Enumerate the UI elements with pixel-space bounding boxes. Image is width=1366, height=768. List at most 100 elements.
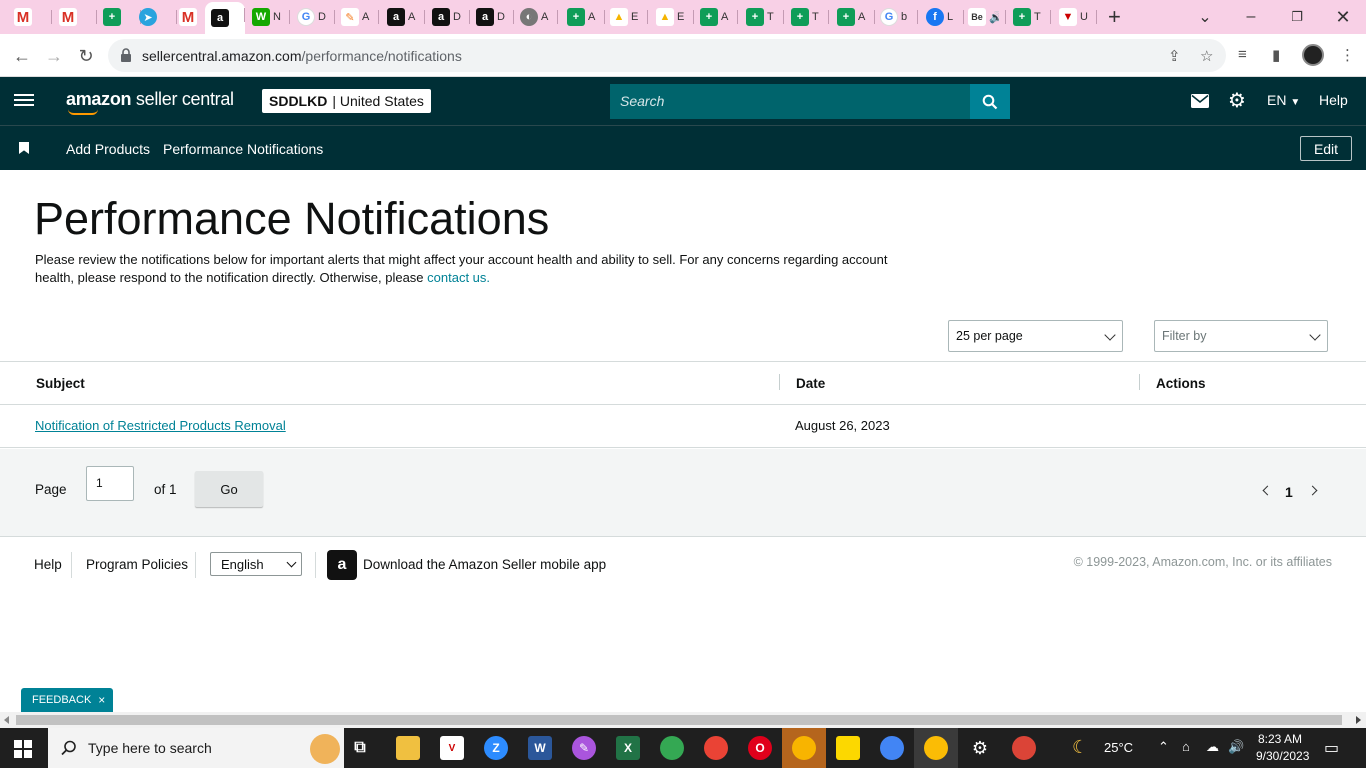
mail-icon[interactable] [1191, 94, 1209, 108]
settings-gear-icon[interactable]: ⚙ [1228, 88, 1246, 113]
browser-tab[interactable]: aD [470, 4, 514, 30]
close-icon[interactable]: × [98, 693, 105, 707]
file-explorer-icon[interactable] [396, 736, 420, 760]
forward-icon[interactable]: → [40, 42, 68, 70]
bookmark-star-icon[interactable]: ☆ [1200, 47, 1213, 65]
edit-bookmarks-button[interactable]: Edit [1300, 136, 1352, 161]
chrome-icon[interactable] [1012, 736, 1036, 760]
program-policies-link[interactable]: Program Policies [86, 557, 188, 572]
restore-icon[interactable]: ❐ [1274, 4, 1320, 30]
browser-tab[interactable]: ✎ A [335, 4, 379, 30]
browser-tab[interactable]: fL [920, 4, 964, 30]
search-button[interactable] [970, 84, 1010, 119]
sticky-notes-icon[interactable] [836, 736, 860, 760]
page-number-input[interactable]: 1 [86, 466, 134, 501]
chrome-icon[interactable] [704, 736, 728, 760]
browser-tab[interactable]: + T [740, 4, 784, 30]
browser-tab[interactable]: M [53, 4, 97, 30]
browser-tab[interactable]: + A [831, 4, 875, 30]
scroll-right-icon[interactable] [1356, 716, 1361, 724]
help-link[interactable]: Help [1319, 92, 1348, 108]
network-icon[interactable]: ⌂ [1182, 739, 1190, 754]
paint-icon[interactable]: ✎ [572, 736, 596, 760]
filter-dropdown[interactable]: Filter by [1154, 320, 1328, 352]
app-vs-icon[interactable]: V [440, 736, 464, 760]
browser-tab[interactable]: ▲ E [604, 4, 648, 30]
browser-tab[interactable]: aD [426, 4, 470, 30]
opera-icon[interactable]: O [748, 736, 772, 760]
browser-tab[interactable]: ➤ [133, 4, 177, 30]
chrome-icon[interactable] [660, 736, 684, 760]
browser-tab[interactable]: aA [381, 4, 425, 30]
tray-chevron-up-icon[interactable]: ⌃ [1158, 739, 1169, 755]
chevron-left-icon[interactable] [1262, 485, 1273, 496]
chrome-icon[interactable] [880, 736, 904, 760]
chrome-menu-icon[interactable]: ⋮ [1340, 46, 1355, 64]
close-window-icon[interactable]: ✕ [1320, 4, 1366, 30]
nav-performance-notifications[interactable]: Performance Notifications [163, 141, 323, 157]
browser-tab[interactable]: + A [561, 4, 605, 30]
speaker-icon[interactable]: 🔊 [1228, 739, 1244, 755]
minimize-icon[interactable]: – [1228, 4, 1274, 30]
browser-tab[interactable]: WN [246, 4, 290, 30]
bookmark-icon[interactable] [19, 142, 29, 154]
hamburger-menu-icon[interactable] [14, 91, 34, 111]
browser-tab[interactable]: ▲ E [650, 4, 694, 30]
moon-weather-icon[interactable]: ☾ [1072, 737, 1088, 758]
clock-date[interactable]: 9/30/2023 [1256, 749, 1309, 763]
browser-tab[interactable]: M [8, 4, 52, 30]
current-page-number[interactable]: 1 [1285, 484, 1293, 500]
cloud-icon[interactable]: ☁ [1206, 739, 1219, 755]
browser-tab[interactable]: Gb [874, 4, 918, 30]
tab-search-icon[interactable]: ⌄ [1182, 4, 1228, 30]
back-icon[interactable]: ← [8, 42, 36, 70]
profile-avatar[interactable] [1302, 44, 1324, 66]
share-icon[interactable]: ⇪ [1168, 47, 1181, 65]
taskbar-search-box[interactable]: Type here to search [48, 728, 344, 768]
notification-subject-link[interactable]: Notification of Restricted Products Remo… [35, 418, 286, 433]
settings-gear-icon[interactable]: ⚙ [968, 736, 992, 760]
browser-tab[interactable]: a [205, 2, 245, 34]
new-tab-button[interactable]: + [1108, 4, 1121, 30]
side-panel-icon[interactable]: ▮ [1272, 46, 1280, 64]
address-bar[interactable]: sellercentral.amazon.com/performance/not… [108, 39, 1226, 72]
vpn-icon[interactable] [792, 736, 816, 760]
per-page-dropdown[interactable]: 25 per page [948, 320, 1123, 352]
feedback-button[interactable]: FEEDBACK × [21, 688, 113, 712]
chevron-right-icon[interactable] [1307, 485, 1318, 496]
browser-tab[interactable]: ▼ U [1053, 4, 1097, 30]
notifications-icon[interactable]: ▭ [1324, 738, 1339, 758]
clock-time[interactable]: 8:23 AM [1258, 732, 1302, 746]
browser-tab[interactable]: + T [1007, 4, 1051, 30]
language-selector[interactable]: EN ▼ [1267, 92, 1300, 108]
browser-tab[interactable]: GD [291, 4, 335, 30]
scrollbar-thumb[interactable] [16, 715, 1342, 725]
seller-central-logo[interactable]: amazon seller central [66, 89, 234, 115]
search-box[interactable]: Search [610, 84, 1010, 119]
excel-icon[interactable]: X [616, 736, 640, 760]
zoom-icon[interactable]: Z [484, 736, 508, 760]
browser-tab[interactable]: ◐ A [514, 4, 558, 30]
nav-add-products[interactable]: Add Products [66, 141, 150, 157]
word-icon[interactable]: W [528, 736, 552, 760]
browser-tab[interactable]: + A [694, 4, 738, 30]
go-button[interactable]: Go [195, 471, 263, 507]
column-date[interactable]: Date [796, 376, 825, 391]
scroll-left-icon[interactable] [4, 716, 9, 724]
language-select[interactable]: English [210, 552, 302, 576]
account-switcher[interactable]: SDDLKD | United States [262, 89, 431, 113]
weather-temperature[interactable]: 25°C [1104, 740, 1133, 755]
windows-start-icon[interactable] [14, 740, 32, 758]
task-view-icon[interactable]: ⧉ [348, 736, 372, 760]
column-subject[interactable]: Subject [36, 376, 85, 391]
contact-us-link[interactable]: contact us. [427, 270, 490, 285]
browser-tab[interactable]: + T [785, 4, 829, 30]
reload-icon[interactable]: ↻ [72, 42, 100, 70]
footer-help-link[interactable]: Help [34, 557, 62, 572]
download-app-link[interactable]: Download the Amazon Seller mobile app [363, 557, 606, 572]
amazon-seller-app-icon[interactable]: a [327, 550, 357, 580]
chrome-icon[interactable] [924, 736, 948, 760]
media-queue-icon[interactable]: ≡ [1238, 46, 1247, 63]
horizontal-scrollbar[interactable] [0, 712, 1366, 728]
browser-tab[interactable]: Be 🔊 [962, 4, 1006, 30]
